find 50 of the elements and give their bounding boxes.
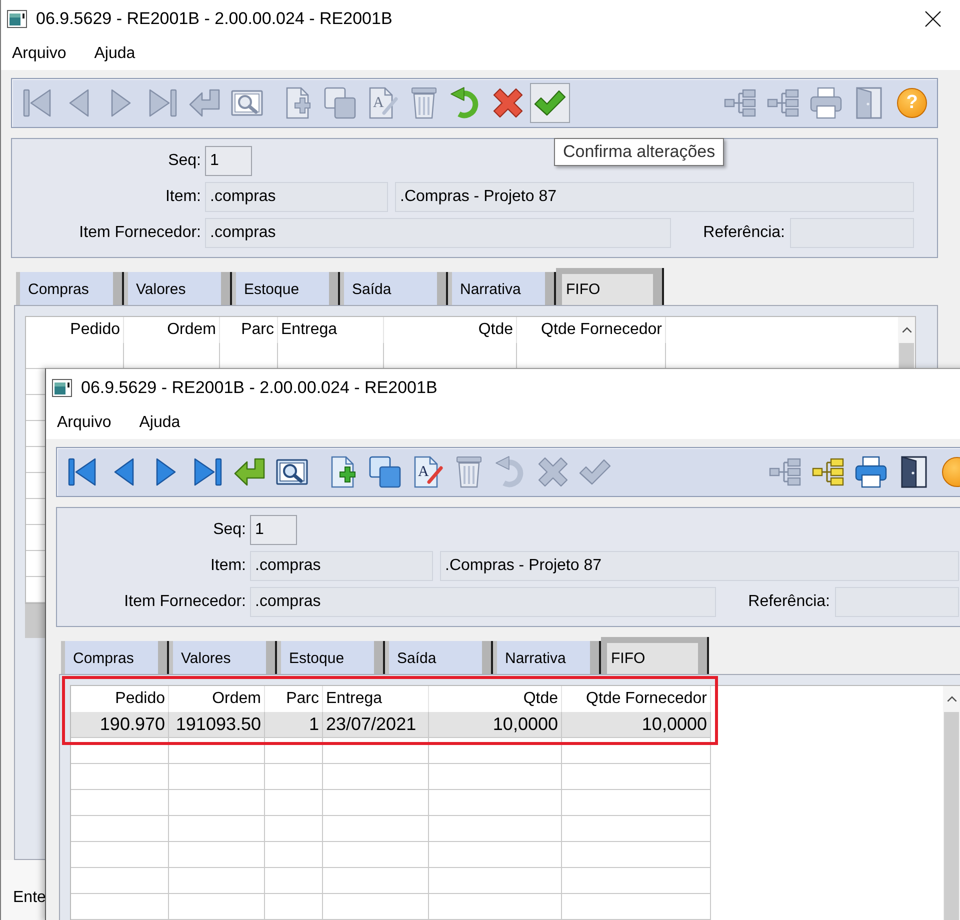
app-window-icon: [52, 379, 72, 397]
tab[interactable]: Valores: [169, 641, 275, 674]
scrollbar-thumb[interactable]: [944, 712, 959, 920]
field-label: Item:: [210, 557, 246, 574]
tab[interactable]: Estoque: [277, 641, 383, 674]
close-icon: [925, 11, 941, 27]
menu-item[interactable]: Arquivo: [53, 412, 116, 434]
field-label: Item Fornecedor:: [124, 593, 246, 610]
tab[interactable]: Narrativa: [448, 272, 554, 305]
tab[interactable]: Valores: [124, 272, 230, 305]
column-header[interactable]: Qtde: [384, 317, 517, 343]
window-title: 06.9.5629 - RE2001B - 2.00.00.024 - RE2001B: [36, 9, 394, 29]
vertical-scrollbar[interactable]: [943, 686, 960, 920]
tab[interactable]: Saída: [340, 272, 446, 305]
field-label: Item Fornecedor:: [79, 224, 201, 241]
table-cell: 190.970: [71, 712, 169, 737]
column-header[interactable]: Ordem: [124, 317, 220, 343]
menu-item[interactable]: Ajuda: [90, 43, 140, 65]
column-header[interactable]: Entrega: [278, 317, 384, 343]
tab[interactable]: FIFO: [556, 268, 662, 305]
window-title: 06.9.5629 - RE2001B - 2.00.00.024 - RE2001B: [81, 378, 438, 398]
table-cell: 191093.50: [169, 712, 265, 737]
tab[interactable]: Saída: [385, 641, 491, 674]
table-row[interactable]: 190.970 191093.50 1 23/07/2021 10,0000 10,0000: [71, 712, 711, 738]
column-header[interactable]: Pedido: [26, 317, 124, 343]
field-label: Item:: [165, 188, 201, 205]
field-label: Seq:: [213, 521, 246, 538]
input-field[interactable]: 1: [205, 146, 252, 176]
chevron-up-icon: [946, 696, 956, 702]
tab[interactable]: Estoque: [232, 272, 338, 305]
tab[interactable]: Compras: [16, 272, 122, 305]
chevron-up-icon: [902, 327, 912, 333]
field-label: Referência:: [703, 224, 785, 242]
table-cell: 1: [265, 712, 323, 737]
menu-item[interactable]: Arquivo: [8, 43, 70, 65]
menu-item[interactable]: Ajuda: [135, 412, 184, 434]
tab[interactable]: Compras: [61, 641, 167, 674]
table-cell: 23/07/2021: [323, 712, 429, 737]
tooltip: Confirma alterações: [554, 138, 724, 166]
status-text: Ente: [13, 889, 46, 907]
app-window-icon: [7, 10, 27, 28]
table-cell: 10,0000: [429, 712, 562, 737]
column-header[interactable]: Qtde Fornecedor: [517, 317, 666, 343]
field-label: Referência:: [748, 593, 830, 611]
column-header[interactable]: Parc: [220, 317, 278, 343]
tab[interactable]: Narrativa: [493, 641, 599, 674]
table-cell: 10,0000: [562, 712, 711, 737]
tab[interactable]: FIFO: [601, 637, 707, 674]
input-field[interactable]: 1: [250, 515, 297, 545]
field-label: Seq:: [168, 152, 201, 169]
